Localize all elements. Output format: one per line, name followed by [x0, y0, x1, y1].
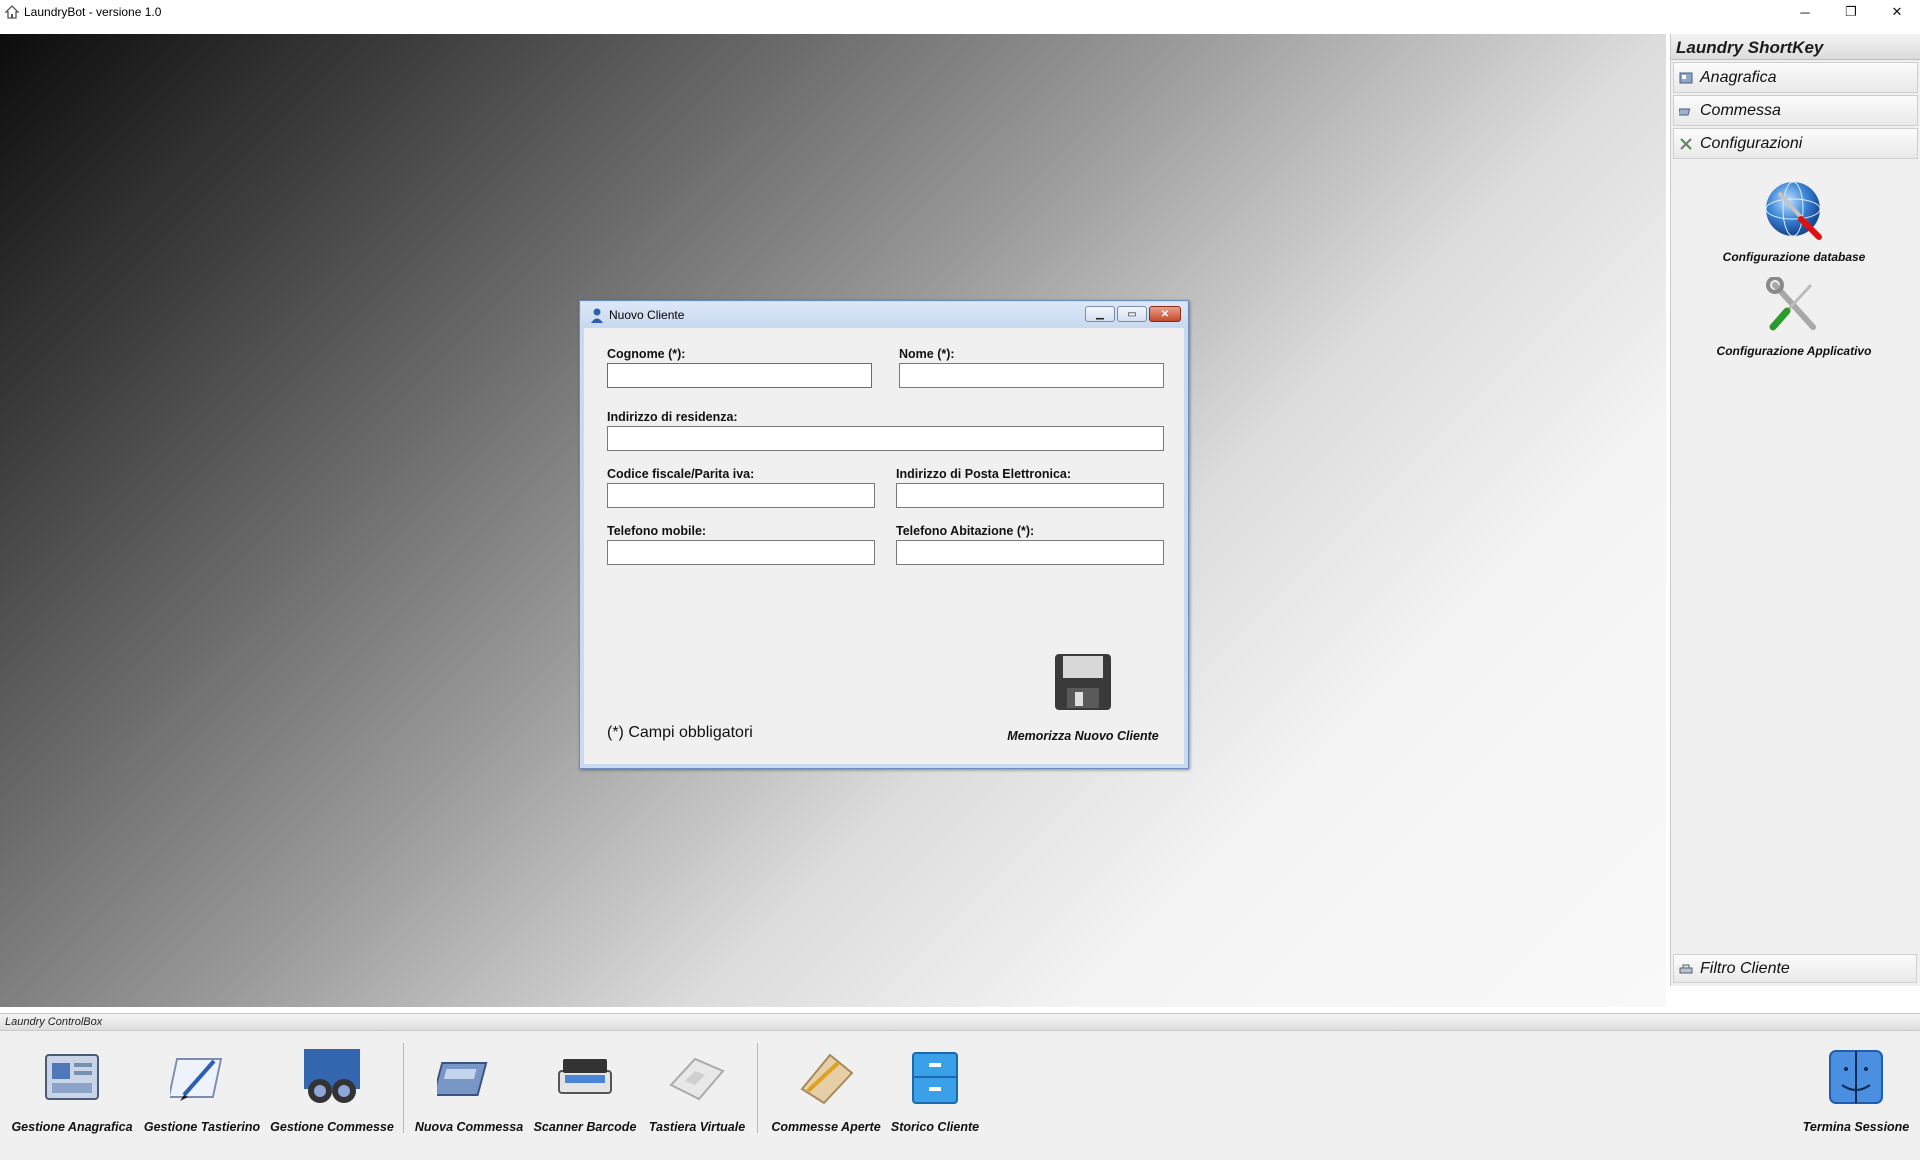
- sidebar-group-label: Configurazioni: [1700, 134, 1803, 152]
- telefono-mobile-label: Telefono mobile:: [607, 524, 707, 538]
- controlbox-button-label: Scanner Barcode: [533, 1120, 637, 1134]
- codice-fiscale-field[interactable]: [607, 483, 875, 508]
- cognome-label: Cognome (*):: [607, 347, 686, 361]
- commessa-icon: [1679, 104, 1693, 118]
- sidebar-group-configurazioni[interactable]: Configurazioni: [1673, 128, 1918, 159]
- restore-button[interactable]: ❐: [1828, 0, 1874, 24]
- sidebar-group-anagrafica[interactable]: Anagrafica: [1673, 62, 1918, 93]
- logout-finder-icon: [1824, 1045, 1888, 1114]
- new-order-icon: [432, 1045, 501, 1114]
- nuova-commessa-button[interactable]: Nuova Commessa: [414, 1045, 524, 1134]
- filter-label: Filtro Cliente: [1700, 959, 1790, 977]
- database-config-icon: [1763, 179, 1825, 248]
- controlbox-separator: [403, 1043, 404, 1133]
- controlbox-button-label: Gestione Commesse: [270, 1120, 394, 1134]
- binoculars-icon: [300, 1045, 364, 1114]
- controlbox-button-label: Commesse Aperte: [771, 1120, 881, 1134]
- filter-icon: [1679, 962, 1693, 976]
- indirizzo-field[interactable]: [607, 426, 1164, 451]
- gestione-tastierino-button[interactable]: Gestione Tastierino: [140, 1045, 264, 1134]
- gestione-commesse-button[interactable]: Gestione Commesse: [268, 1045, 396, 1134]
- close-window-button[interactable]: ✕: [1874, 0, 1920, 24]
- dialog-close-button[interactable]: ✕: [1149, 306, 1181, 322]
- anagrafica-icon: [1679, 71, 1693, 85]
- required-fields-note: (*) Campi obbligatori: [607, 724, 753, 741]
- app-title: LaundryBot - versione 1.0: [24, 5, 162, 19]
- controlbox-button-label: Tastiera Virtuale: [648, 1120, 746, 1134]
- sidebar-group-label: Commessa: [1700, 101, 1781, 119]
- shortkey-sidebar: Laundry ShortKey Anagrafica Commessa Con…: [1670, 34, 1920, 986]
- nuovo-cliente-dialog: Nuovo Cliente ▁ ▭ ✕ Cognome (*): Nome (*…: [579, 300, 1189, 769]
- commesse-aperte-button[interactable]: Commesse Aperte: [766, 1045, 886, 1134]
- tools-icon: [1679, 137, 1693, 151]
- scanner-icon: [553, 1045, 617, 1114]
- floppy-disk-icon: [1053, 652, 1113, 717]
- filtro-cliente-panel[interactable]: Filtro Cliente: [1673, 954, 1917, 983]
- telefono-abitazione-label: Telefono Abitazione (*):: [896, 524, 1035, 538]
- email-field[interactable]: [896, 483, 1164, 508]
- open-orders-icon: [794, 1045, 858, 1114]
- controlbox: Gestione Anagrafica Gestione Tastierino …: [0, 1031, 1920, 1160]
- save-button-label: Memorizza Nuovo Cliente: [1007, 729, 1159, 743]
- nome-field[interactable]: [899, 363, 1164, 388]
- app-titlebar: LaundryBot - versione 1.0 ─ ❐ ✕: [0, 0, 1920, 24]
- indirizzo-label: Indirizzo di residenza:: [607, 410, 738, 424]
- tool-label: Configurazione database: [1722, 250, 1866, 264]
- sidebar-group-label: Anagrafica: [1700, 68, 1777, 86]
- configurazione-applicativo-tool[interactable]: Configurazione Applicativo: [1671, 276, 1917, 358]
- app-config-icon: [1763, 276, 1825, 342]
- keypad-icon: [167, 1045, 234, 1114]
- controlbox-header: Laundry ControlBox: [0, 1013, 1920, 1031]
- dialog-maximize-button[interactable]: ▭: [1117, 306, 1147, 322]
- sidebar-header: Laundry ShortKey: [1671, 34, 1920, 60]
- controlbox-separator: [757, 1043, 758, 1133]
- gestione-anagrafica-button[interactable]: Gestione Anagrafica: [8, 1045, 136, 1134]
- controlbox-button-label: Storico Cliente: [890, 1120, 980, 1134]
- app-house-icon: [4, 4, 20, 20]
- memorizza-nuovo-cliente-button[interactable]: Memorizza Nuovo Cliente: [1000, 652, 1166, 743]
- telefono-mobile-field[interactable]: [607, 540, 875, 565]
- virtual-keyboard-icon: [665, 1045, 729, 1114]
- controlbox-button-label: Termina Sessione: [1802, 1120, 1910, 1134]
- configurazione-database-tool[interactable]: Configurazione database: [1671, 179, 1917, 264]
- archive-icon: [903, 1045, 967, 1114]
- dialog-title: Nuovo Cliente: [609, 308, 685, 322]
- termina-sessione-button[interactable]: Termina Sessione: [1800, 1045, 1912, 1134]
- cognome-field[interactable]: [607, 363, 872, 388]
- controlbox-button-label: Gestione Tastierino: [143, 1120, 261, 1134]
- user-icon: [589, 307, 605, 323]
- dialog-body: Cognome (*): Nome (*): Indirizzo di resi…: [587, 329, 1181, 763]
- codice-fiscale-label: Codice fiscale/Parita iva:: [607, 467, 755, 481]
- dialog-minimize-button[interactable]: ▁: [1085, 306, 1115, 322]
- telefono-abitazione-field[interactable]: [896, 540, 1164, 565]
- email-label: Indirizzo di Posta Elettronica:: [896, 467, 1072, 481]
- dialog-titlebar[interactable]: Nuovo Cliente ▁ ▭ ✕: [581, 302, 1187, 328]
- registry-icon: [40, 1045, 104, 1114]
- tool-label: Configurazione Applicativo: [1716, 344, 1872, 358]
- scanner-barcode-button[interactable]: Scanner Barcode: [530, 1045, 640, 1134]
- nome-label: Nome (*):: [899, 347, 955, 361]
- minimize-button[interactable]: ─: [1782, 0, 1828, 24]
- controlbox-button-label: Gestione Anagrafica: [11, 1120, 133, 1134]
- storico-cliente-button[interactable]: Storico Cliente: [886, 1045, 984, 1134]
- sidebar-group-commessa[interactable]: Commessa: [1673, 95, 1918, 126]
- tastiera-virtuale-button[interactable]: Tastiera Virtuale: [644, 1045, 750, 1134]
- controlbox-button-label: Nuova Commessa: [414, 1120, 524, 1134]
